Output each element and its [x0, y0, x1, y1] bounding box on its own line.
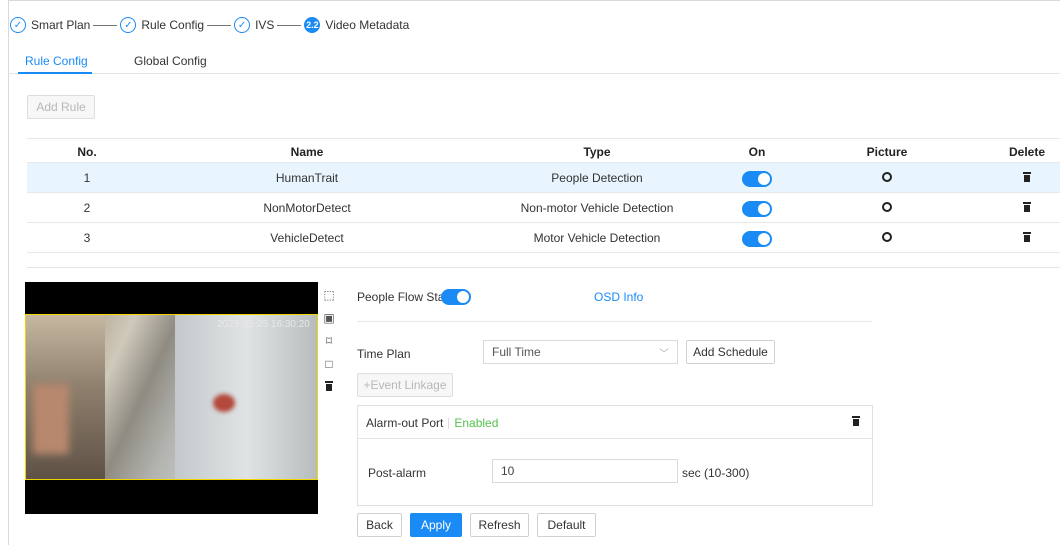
- section-divider: [357, 321, 872, 322]
- config-tabs: Rule Config Global Config: [8, 44, 1060, 74]
- check-icon: ✓: [120, 17, 137, 33]
- alarm-out-header: Alarm-out Port Enabled: [358, 406, 872, 439]
- draw-exclude-region-icon[interactable]: ▣: [322, 311, 336, 325]
- step-connector: [277, 24, 302, 26]
- post-alarm-unit: sec (10-300): [682, 466, 750, 480]
- tab-global-config[interactable]: Global Config: [134, 54, 207, 68]
- header-delete: Delete: [1008, 145, 1046, 159]
- header-picture: Picture: [866, 145, 908, 159]
- people-flow-toggle[interactable]: [441, 289, 471, 305]
- row-name: NonMotorDetect: [263, 201, 351, 215]
- toggle-switch[interactable]: [742, 171, 772, 187]
- add-rule-button[interactable]: Add Rule: [27, 95, 95, 119]
- header-name: Name: [290, 145, 324, 159]
- delete-alarm-out-button[interactable]: [852, 415, 860, 429]
- rule-on-toggle[interactable]: [727, 231, 787, 247]
- trash-icon: [1023, 172, 1031, 182]
- table-row[interactable]: 1 HumanTrait People Detection: [27, 163, 1060, 193]
- row-no: 1: [83, 171, 91, 185]
- row-name: HumanTrait: [275, 171, 339, 185]
- toggle-switch[interactable]: [742, 231, 772, 247]
- picture-settings-button[interactable]: [847, 171, 927, 185]
- alarm-out-status: Enabled: [454, 416, 499, 430]
- step-label: IVS: [255, 18, 275, 32]
- header-no: No.: [77, 145, 97, 159]
- draw-region-icon[interactable]: ⬚: [322, 288, 336, 302]
- apply-button[interactable]: Apply: [410, 513, 462, 537]
- rule-table: No. Name Type On Picture Delete 1 HumanT…: [27, 138, 1060, 253]
- event-linkage-button[interactable]: +Event Linkage: [357, 373, 453, 397]
- trash-icon: [325, 381, 333, 391]
- gear-icon: [882, 172, 892, 182]
- trash-icon: [1023, 202, 1031, 212]
- row-no: 2: [83, 201, 91, 215]
- step-connector: [207, 24, 232, 26]
- min-size-icon[interactable]: ⌑: [322, 334, 336, 348]
- header-type: Type: [583, 145, 611, 159]
- video-preview[interactable]: 2023-05-25 16:30:20: [25, 282, 318, 514]
- step-video-metadata[interactable]: 2.2 Video Metadata: [304, 17, 409, 33]
- check-icon: ✓: [10, 17, 26, 33]
- clear-drawing-button[interactable]: [322, 380, 336, 394]
- post-alarm-label: Post-alarm: [368, 466, 427, 480]
- video-timestamp: 2023-05-25 16:30:20: [217, 319, 310, 330]
- max-size-icon[interactable]: □: [322, 357, 336, 371]
- step-ivs[interactable]: ✓ IVS: [234, 17, 274, 33]
- trash-icon: [852, 416, 860, 426]
- picture-settings-button[interactable]: [847, 231, 927, 245]
- table-row[interactable]: 3 VehicleDetect Motor Vehicle Detection: [27, 223, 1060, 253]
- time-plan-value: Full Time: [492, 345, 541, 359]
- table-row[interactable]: 2 NonMotorDetect Non-motor Vehicle Detec…: [27, 193, 1060, 223]
- wizard-stepper: ✓ Smart Plan ✓ Rule Config ✓ IVS 2.2 Vid…: [10, 14, 409, 36]
- row-type: Motor Vehicle Detection: [533, 231, 661, 245]
- step-label: Rule Config: [141, 18, 205, 32]
- step-badge: 2.2: [304, 17, 321, 33]
- step-smart-plan[interactable]: ✓ Smart Plan: [10, 17, 90, 33]
- alarm-out-card: Alarm-out Port Enabled Post-alarm sec (10…: [357, 405, 873, 506]
- default-button[interactable]: Default: [537, 513, 596, 537]
- gear-icon: [882, 202, 892, 212]
- step-label: Smart Plan: [31, 18, 91, 32]
- step-rule-config[interactable]: ✓ Rule Config: [120, 17, 204, 33]
- row-no: 3: [83, 231, 91, 245]
- alarm-out-label: Alarm-out Port: [366, 416, 444, 430]
- trash-icon: [1023, 232, 1031, 242]
- back-button[interactable]: Back: [357, 513, 402, 537]
- delete-row-button[interactable]: [997, 171, 1057, 185]
- toggle-switch[interactable]: [742, 201, 772, 217]
- drawing-toolbar: ⬚ ▣ ⌑ □: [322, 288, 338, 403]
- rule-on-toggle[interactable]: [727, 171, 787, 187]
- post-alarm-input[interactable]: [492, 459, 678, 483]
- step-label: Video Metadata: [325, 18, 410, 32]
- step-connector: [93, 24, 118, 26]
- time-plan-select[interactable]: Full Time ﹀: [483, 340, 678, 364]
- add-schedule-button[interactable]: Add Schedule: [686, 340, 775, 364]
- row-name: VehicleDetect: [270, 231, 344, 245]
- row-type: People Detection: [551, 171, 643, 185]
- time-plan-label: Time Plan: [357, 347, 411, 361]
- delete-row-button[interactable]: [997, 231, 1057, 245]
- table-bottom-divider: [27, 267, 1060, 268]
- refresh-button[interactable]: Refresh: [470, 513, 529, 537]
- osd-info-link[interactable]: OSD Info: [594, 290, 643, 304]
- tab-rule-config[interactable]: Rule Config: [25, 54, 88, 68]
- rule-on-toggle[interactable]: [727, 201, 787, 217]
- alarm-out-title: Alarm-out Port Enabled: [366, 416, 498, 430]
- check-icon: ✓: [234, 17, 251, 33]
- picture-settings-button[interactable]: [847, 201, 927, 215]
- header-on: On: [748, 145, 766, 159]
- gear-icon: [882, 232, 892, 242]
- detection-region-outline[interactable]: [25, 314, 318, 480]
- table-header: No. Name Type On Picture Delete: [27, 138, 1060, 163]
- row-type: Non-motor Vehicle Detection: [520, 201, 674, 215]
- label-separator: [448, 418, 450, 430]
- delete-row-button[interactable]: [997, 201, 1057, 215]
- active-tab-indicator: [18, 72, 92, 74]
- chevron-down-icon: ﹀: [659, 349, 669, 360]
